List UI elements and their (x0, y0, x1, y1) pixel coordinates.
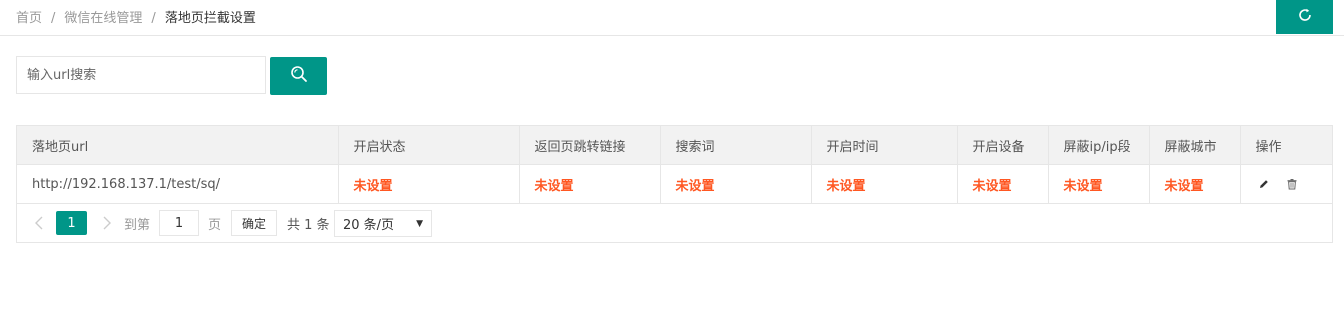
goto-page-input[interactable] (159, 210, 199, 236)
caret-down-icon: ▼ (416, 218, 423, 229)
page-unit-label: 页 (208, 217, 222, 233)
column-header-keyword: 搜索词 (660, 126, 812, 165)
cell-status: 未设置 (338, 164, 520, 204)
column-header-blocked-city: 屏蔽城市 (1149, 126, 1241, 165)
page-size-value: 20 条/页 (343, 218, 395, 233)
cell-url: http://192.168.137.1/test/sq/ (17, 164, 339, 204)
breadcrumb: 首页 / 微信在线管理 / 落地页拦截设置 (16, 7, 256, 26)
search-icon (290, 65, 308, 87)
breadcrumb-separator: / (151, 11, 156, 26)
top-bar: 首页 / 微信在线管理 / 落地页拦截设置 (0, 0, 1344, 36)
refresh-button[interactable] (1276, 0, 1333, 34)
breadcrumb-separator: / (51, 11, 56, 26)
cell-actions (1240, 164, 1332, 204)
breadcrumb-current: 落地页拦截设置 (164, 11, 256, 26)
search-input[interactable] (16, 56, 266, 94)
pencil-icon[interactable] (1256, 176, 1272, 192)
page-size-select[interactable]: 20 条/页 ▼ (334, 210, 432, 237)
cell-keyword: 未设置 (660, 164, 812, 204)
table-row: http://192.168.137.1/test/sq/ 未设置 未设置 未设… (17, 164, 1332, 204)
pagination: 1 到第 页 确定 共 1 条 20 条/页 ▼ (17, 204, 1332, 237)
trash-icon[interactable] (1284, 176, 1300, 192)
column-header-open-time: 开启时间 (811, 126, 958, 165)
chevron-right-icon[interactable] (97, 211, 117, 235)
column-header-actions: 操作 (1240, 126, 1332, 165)
cell-blocked-city: 未设置 (1149, 164, 1241, 204)
breadcrumb-section[interactable]: 微信在线管理 (64, 11, 142, 26)
chevron-left-icon[interactable] (29, 211, 49, 235)
breadcrumb-home[interactable]: 首页 (16, 11, 42, 26)
goto-label: 到第 (124, 217, 151, 233)
table-header-row: 落地页url 开启状态 返回页跳转链接 搜索词 开启时间 开启设备 屏蔽ip/i… (17, 126, 1332, 165)
goto-confirm-button[interactable]: 确定 (231, 210, 277, 236)
data-table: 落地页url 开启状态 返回页跳转链接 搜索词 开启时间 开启设备 屏蔽ip/i… (16, 125, 1333, 243)
cell-device: 未设置 (957, 164, 1049, 204)
cell-return-link: 未设置 (519, 164, 661, 204)
total-count: 共 1 条 (287, 217, 330, 233)
cell-open-time: 未设置 (811, 164, 958, 204)
column-header-device: 开启设备 (957, 126, 1049, 165)
search-button[interactable] (270, 57, 327, 95)
refresh-icon (1297, 7, 1313, 27)
page-number-current[interactable]: 1 (56, 211, 87, 235)
column-header-status: 开启状态 (338, 126, 520, 165)
column-header-return-link: 返回页跳转链接 (519, 126, 661, 165)
cell-blocked-ip: 未设置 (1048, 164, 1150, 204)
column-header-url: 落地页url (17, 126, 339, 165)
column-header-blocked-ip: 屏蔽ip/ip段 (1048, 126, 1150, 165)
